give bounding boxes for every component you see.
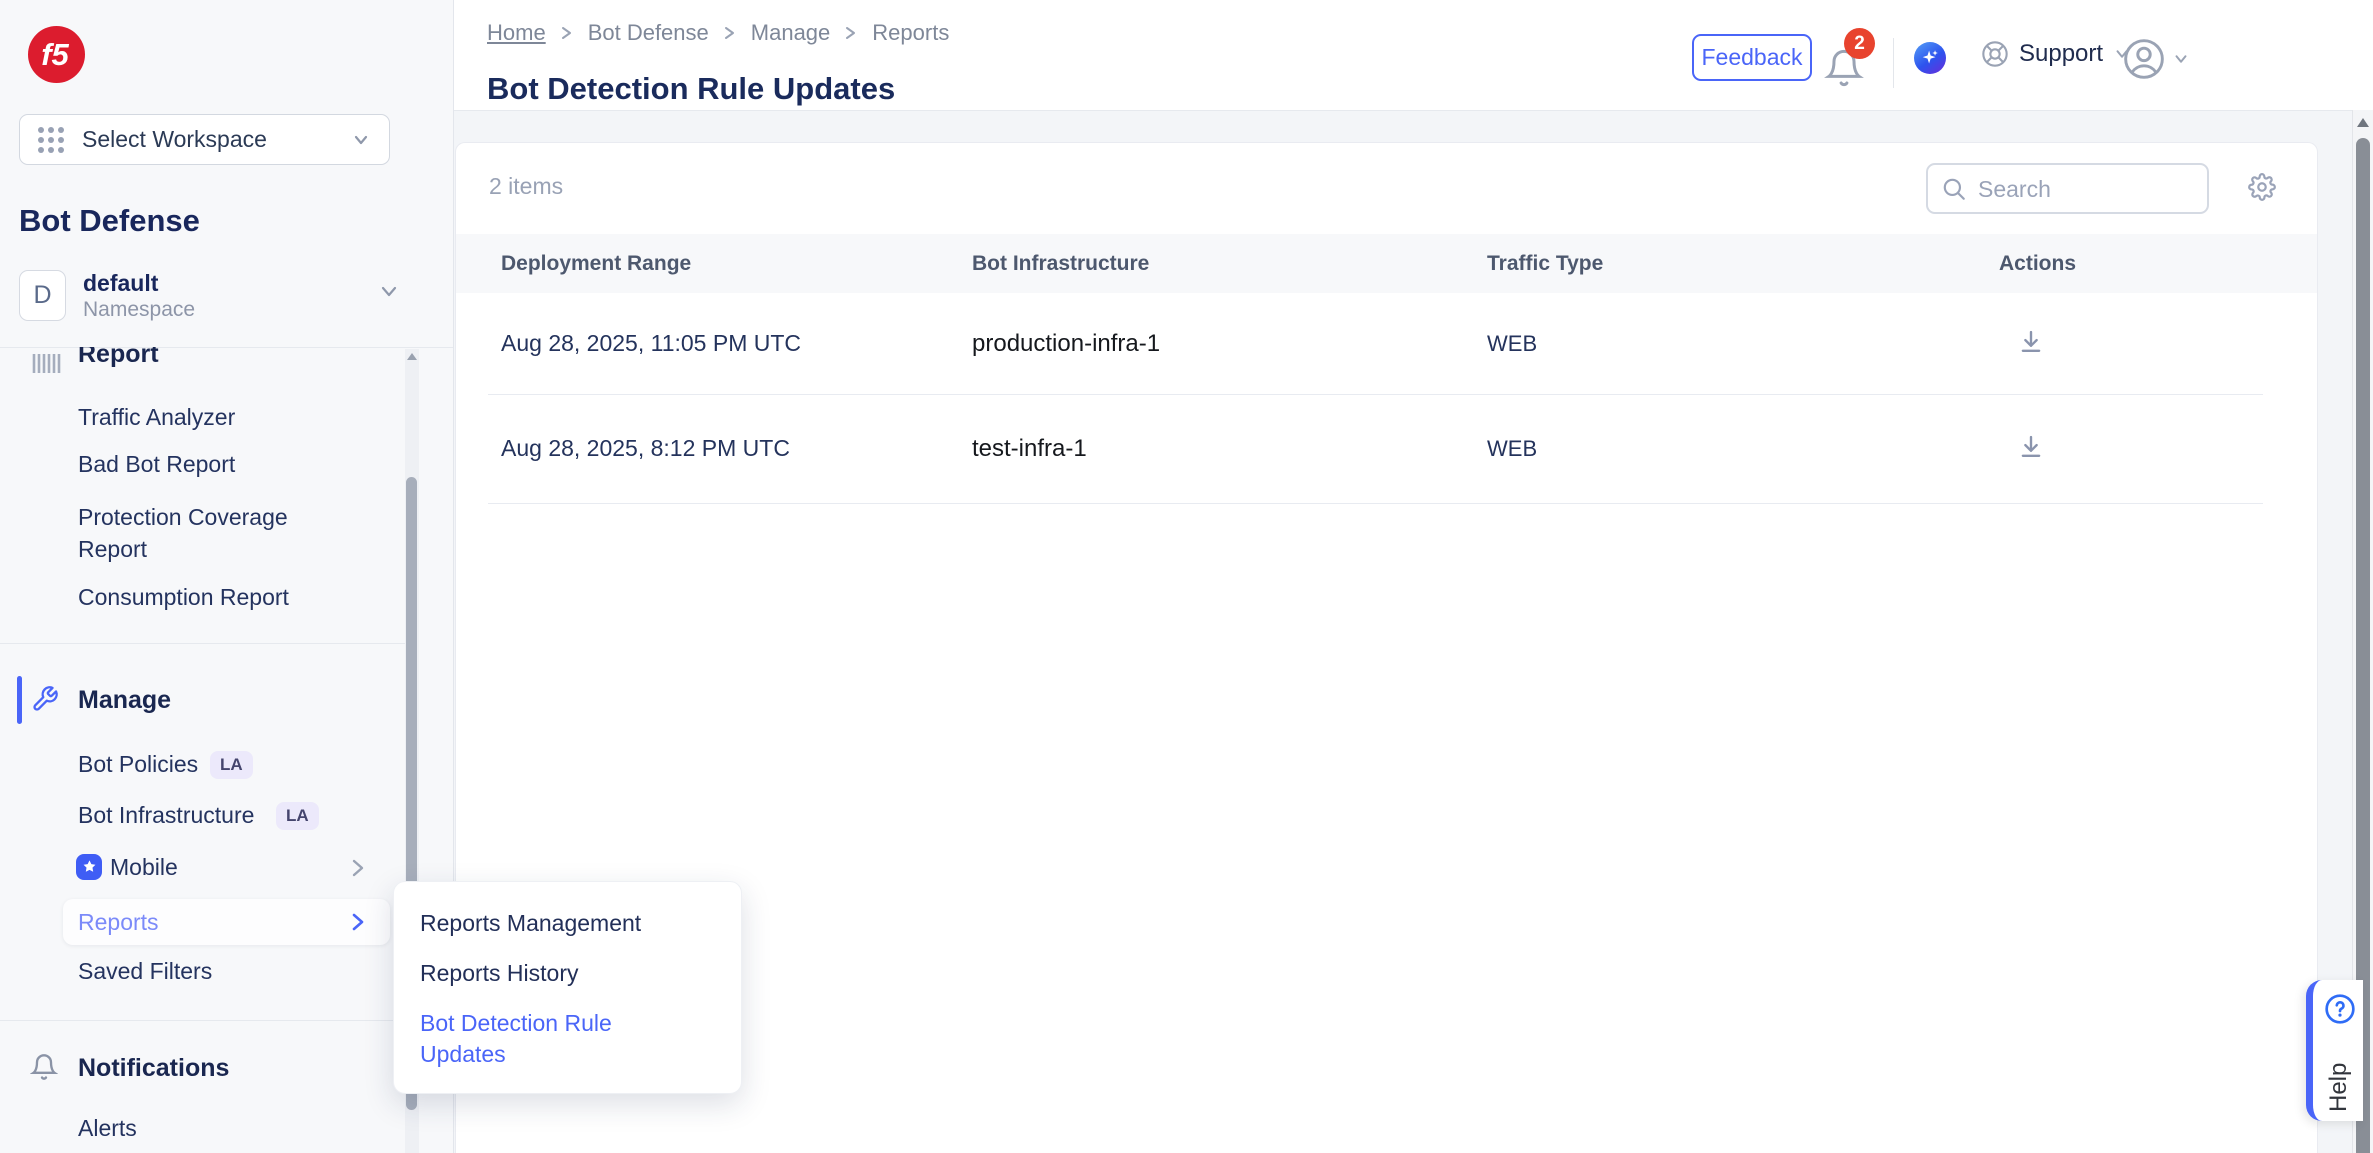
- chevron-right-icon: [844, 23, 858, 43]
- page-scroll-up-arrow[interactable]: [2357, 118, 2369, 127]
- namespace-initial: D: [33, 281, 51, 310]
- chevron-right-icon: [560, 23, 574, 43]
- cell-traffic-type: WEB: [1487, 394, 1537, 503]
- page-title: Bot Detection Rule Updates: [487, 71, 895, 107]
- menu-item-bot-detection-rule-updates[interactable]: Bot Detection Rule Updates: [420, 1008, 690, 1070]
- sidebar-section-manage[interactable]: Manage: [78, 684, 171, 716]
- notifications-section-icon: [30, 1052, 58, 1082]
- top-header: Home Bot Defense Manage Reports Bot Dete…: [454, 0, 2373, 111]
- items-count: 2 items: [489, 173, 563, 200]
- cell-bot-infrastructure: production-infra-1: [972, 293, 1160, 394]
- download-icon: [2016, 327, 2046, 357]
- sidebar-section-report[interactable]: Report: [0, 347, 400, 379]
- sidebar-item-bot-infrastructure[interactable]: Bot Infrastructure: [78, 800, 254, 830]
- sidebar-item-traffic-analyzer[interactable]: Traffic Analyzer: [78, 402, 235, 432]
- breadcrumb-reports[interactable]: Reports: [872, 20, 949, 46]
- active-section-indicator: [17, 676, 22, 724]
- sidebar-scroll-up-arrow[interactable]: [407, 353, 417, 360]
- workspace-grid-icon: [38, 127, 64, 153]
- search-box: [1926, 163, 2209, 214]
- f5-logo: f5: [28, 26, 85, 83]
- table-row: Aug 28, 2025, 11:05 PM UTC production-in…: [456, 293, 2317, 394]
- support-label: Support: [2019, 40, 2103, 68]
- sidebar-item-protection-coverage-report[interactable]: Protection Coverage Report: [78, 501, 313, 565]
- search-icon: [1941, 176, 1967, 202]
- chevron-right-icon: [723, 23, 737, 43]
- table-row: Aug 28, 2025, 8:12 PM UTC test-infra-1 W…: [456, 394, 2317, 503]
- cell-bot-infrastructure: test-infra-1: [972, 394, 1087, 503]
- chevron-down-icon: [2172, 50, 2190, 68]
- column-header-bot-infrastructure[interactable]: Bot Infrastructure: [972, 234, 1149, 293]
- cell-traffic-type: WEB: [1487, 293, 1537, 394]
- reports-chevron-right-icon: [350, 911, 366, 933]
- breadcrumb-home[interactable]: Home: [487, 20, 546, 46]
- feedback-button[interactable]: Feedback: [1692, 34, 1812, 81]
- table-header-row: Deployment Range Bot Infrastructure Traf…: [456, 234, 2317, 293]
- sidebar-item-reports-label: Reports: [78, 907, 159, 937]
- breadcrumb-manage[interactable]: Manage: [751, 20, 831, 46]
- namespace-chevron-down-icon[interactable]: [378, 283, 400, 301]
- mobile-chevron-right-icon: [350, 857, 366, 879]
- divider: [0, 643, 405, 644]
- row-divider: [488, 503, 2263, 504]
- sidebar-section-report-label: Report: [78, 347, 159, 370]
- menu-item-reports-management[interactable]: Reports Management: [420, 908, 641, 939]
- ai-assistant-icon[interactable]: [1914, 42, 1946, 74]
- support-menu[interactable]: Support: [1981, 40, 2131, 68]
- table-settings-button[interactable]: [2242, 167, 2282, 207]
- account-icon: [2122, 37, 2166, 81]
- breadcrumb-bot-defense[interactable]: Bot Defense: [588, 20, 709, 46]
- la-badge: LA: [210, 751, 253, 779]
- divider: [1893, 38, 1894, 88]
- sidebar-item-bot-policies[interactable]: Bot Policies: [78, 749, 198, 779]
- sidebar-item-bad-bot-report[interactable]: Bad Bot Report: [78, 449, 235, 479]
- sidebar-item-saved-filters[interactable]: Saved Filters: [78, 956, 212, 986]
- settings-gear-icon: [2248, 172, 2276, 202]
- sidebar-item-mobile[interactable]: Mobile: [110, 852, 178, 882]
- namespace-sublabel: Namespace: [83, 298, 195, 322]
- search-input[interactable]: [1976, 168, 2200, 211]
- sidebar: f5 Select Workspace Bot Defense D defaul…: [0, 0, 454, 1153]
- help-icon: [2324, 993, 2356, 1025]
- breadcrumb: Home Bot Defense Manage Reports: [487, 20, 949, 46]
- column-header-traffic-type[interactable]: Traffic Type: [1487, 234, 1603, 293]
- f5-logo-text: f5: [41, 37, 69, 73]
- namespace-name: default: [83, 270, 158, 297]
- sidebar-item-alerts[interactable]: Alerts: [78, 1113, 137, 1143]
- divider: [0, 1020, 405, 1021]
- app-root: f5 Select Workspace Bot Defense D defaul…: [0, 0, 2373, 1153]
- notification-count-badge: 2: [1844, 28, 1875, 59]
- workspace-selector[interactable]: Select Workspace: [19, 114, 390, 165]
- sidebar-item-reports[interactable]: Reports: [63, 899, 390, 945]
- download-icon: [2016, 432, 2046, 462]
- account-menu[interactable]: [2122, 37, 2190, 81]
- menu-item-reports-history[interactable]: Reports History: [420, 958, 578, 989]
- cell-deployment-range: Aug 28, 2025, 8:12 PM UTC: [501, 394, 790, 503]
- download-button[interactable]: [2012, 323, 2050, 364]
- help-tab[interactable]: Help: [2306, 980, 2363, 1121]
- product-title: Bot Defense: [19, 203, 200, 239]
- sidebar-item-consumption-report[interactable]: Consumption Report: [78, 582, 289, 612]
- column-header-actions: Actions: [1999, 234, 2076, 293]
- cell-deployment-range: Aug 28, 2025, 11:05 PM UTC: [501, 293, 801, 394]
- column-header-deployment-range[interactable]: Deployment Range: [501, 234, 691, 293]
- notifications-button[interactable]: 2: [1824, 40, 1880, 96]
- download-button[interactable]: [2012, 428, 2050, 469]
- la-badge: LA: [276, 802, 319, 830]
- sidebar-section-notifications[interactable]: Notifications: [78, 1052, 229, 1084]
- mobile-new-icon: [76, 854, 102, 880]
- support-icon: [1981, 40, 2009, 68]
- manage-section-icon: [31, 685, 59, 713]
- help-tab-label: Help: [2325, 1032, 2353, 1112]
- chevron-down-icon: [351, 130, 371, 150]
- namespace-initial-badge[interactable]: D: [19, 270, 66, 321]
- workspace-selector-label: Select Workspace: [82, 126, 351, 153]
- reports-flyout-menu: Reports Management Reports History Bot D…: [393, 881, 742, 1094]
- report-section-icon: [31, 350, 61, 376]
